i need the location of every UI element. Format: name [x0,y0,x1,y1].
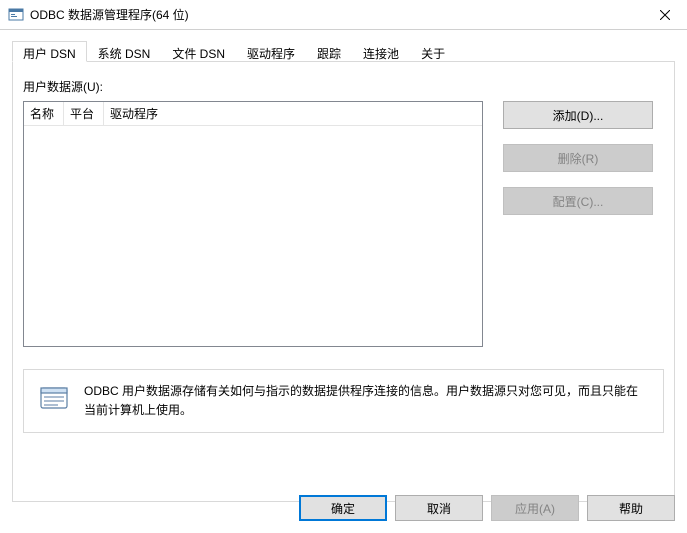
tab-drivers[interactable]: 驱动程序 [236,41,306,62]
tab-about[interactable]: 关于 [410,41,456,62]
window-title: ODBC 数据源管理程序(64 位) [30,6,642,23]
side-buttons: 添加(D)... 删除(R) 配置(C)... [503,101,653,347]
dialog-content: 用户 DSN 系统 DSN 文件 DSN 驱动程序 跟踪 连接池 关于 用户数据… [0,30,687,502]
configure-button: 配置(C)... [503,187,653,215]
tab-panel: 用户数据源(U): 名称 平台 驱动程序 添加(D)... 删除(R) 配置(C… [12,62,675,502]
title-bar: ODBC 数据源管理程序(64 位) [0,0,687,30]
info-box: ODBC 用户数据源存储有关如何与指示的数据提供程序连接的信息。用户数据源只对您… [23,369,664,433]
column-driver[interactable]: 驱动程序 [104,102,482,126]
list-header: 名称 平台 驱动程序 [24,102,482,126]
tab-file-dsn[interactable]: 文件 DSN [161,41,236,62]
tab-pooling[interactable]: 连接池 [352,41,410,62]
data-source-list[interactable]: 名称 平台 驱动程序 [23,101,483,347]
remove-button: 删除(R) [503,144,653,172]
tab-user-dsn[interactable]: 用户 DSN [12,41,87,62]
main-row: 名称 平台 驱动程序 添加(D)... 删除(R) 配置(C)... [23,101,664,347]
close-button[interactable] [642,0,687,30]
info-icon [38,382,70,417]
tab-system-dsn[interactable]: 系统 DSN [87,41,162,62]
add-button[interactable]: 添加(D)... [503,101,653,129]
column-name[interactable]: 名称 [24,102,64,126]
close-icon [660,10,670,20]
ok-button[interactable]: 确定 [299,495,387,521]
column-platform[interactable]: 平台 [64,102,104,126]
dialog-footer: 确定 取消 应用(A) 帮助 [0,485,687,533]
tab-tracing[interactable]: 跟踪 [306,41,352,62]
cancel-button[interactable]: 取消 [395,495,483,521]
tab-strip: 用户 DSN 系统 DSN 文件 DSN 驱动程序 跟踪 连接池 关于 [12,40,675,62]
apply-button: 应用(A) [491,495,579,521]
info-text: ODBC 用户数据源存储有关如何与指示的数据提供程序连接的信息。用户数据源只对您… [84,382,649,420]
help-button[interactable]: 帮助 [587,495,675,521]
list-label: 用户数据源(U): [23,78,664,95]
app-icon [8,7,24,23]
